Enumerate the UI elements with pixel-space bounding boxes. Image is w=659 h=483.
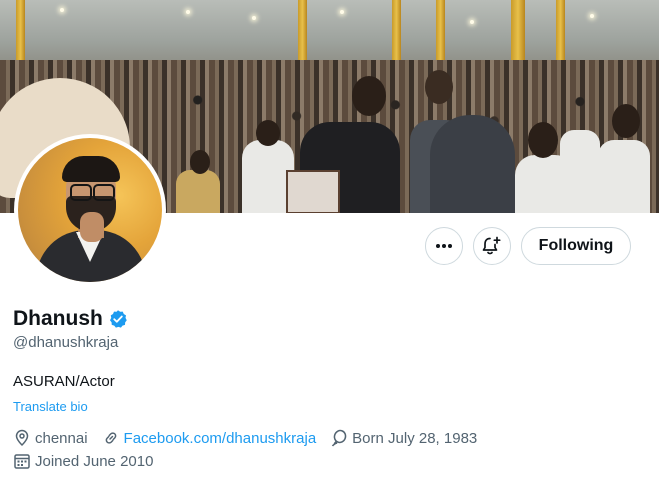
following-button[interactable]: Following [521,227,631,265]
profile-meta-row: chennai Facebook.com/dhanushkraja Born J… [13,429,491,447]
more-icon [436,244,452,248]
verified-badge-icon [109,310,127,328]
translate-bio-link[interactable]: Translate bio [13,399,88,414]
more-options-button[interactable] [425,227,463,265]
profile-name-row: Dhanush [13,307,128,331]
joined-text: Joined June 2010 [35,452,154,470]
profile-bio: ASURAN/Actor [13,373,115,390]
balloon-icon [332,429,347,447]
website-link[interactable]: Facebook.com/dhanushkraja [124,430,317,447]
link-icon [105,432,116,444]
avatar[interactable] [18,138,162,282]
profile-name: Dhanush [13,307,103,330]
bell-plus-icon [482,236,501,255]
notify-button[interactable] [473,227,511,265]
birthday-text: Born July 28, 1983 [352,429,478,447]
profile-joined-row: Joined June 2010 [13,452,167,470]
birthday-item: Born July 28, 1983 [330,429,477,447]
location-item: chennai [13,429,88,447]
website-item: Facebook.com/dhanushkraja [102,429,317,447]
location-text: chennai [35,429,88,447]
joined-item: Joined June 2010 [13,452,153,470]
profile-handle: @dhanushkraja [13,334,119,351]
following-label: Following [538,237,614,254]
location-pin-icon [15,429,29,447]
calendar-icon [14,454,30,469]
